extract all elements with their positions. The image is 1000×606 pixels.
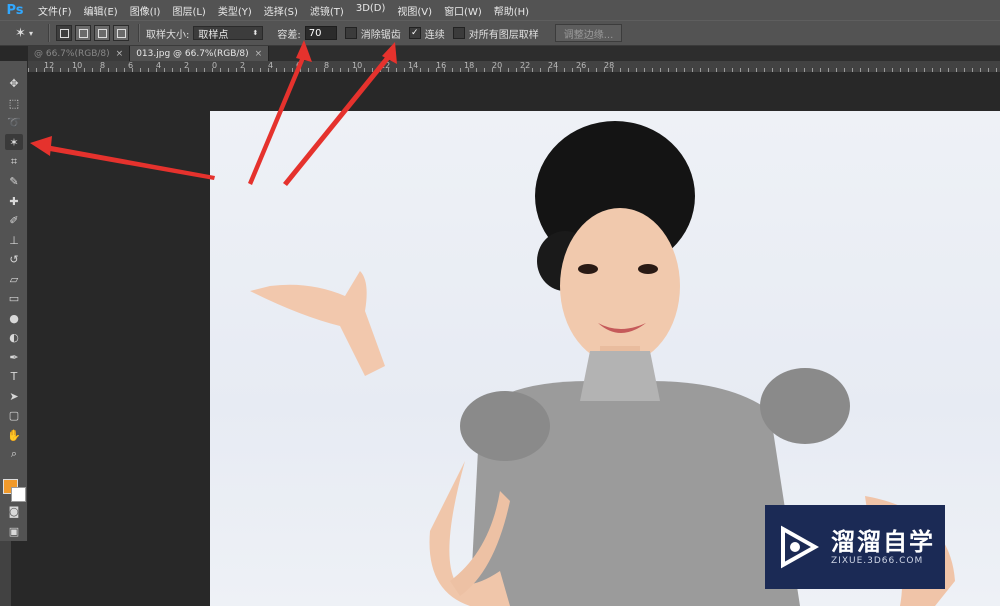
marquee-tool-icon[interactable]: ⬚	[5, 95, 23, 111]
menu-help[interactable]: 帮助(H)	[488, 3, 535, 18]
menu-select[interactable]: 选择(S)	[258, 3, 304, 18]
hand-tool-icon[interactable]: ✋	[5, 427, 23, 443]
menu-edit[interactable]: 编辑(E)	[78, 3, 124, 18]
sample-size-value: 取样点	[198, 29, 229, 41]
all-layers-label: 对所有图层取样	[468, 29, 539, 41]
watermark-title: 溜溜自学	[831, 528, 935, 556]
ruler-label: 8	[100, 61, 106, 70]
ruler-label: 28	[604, 61, 615, 70]
ruler-label: 4	[156, 61, 162, 70]
chevron-updown-icon: ⬍	[252, 29, 259, 37]
ruler-label: 12	[44, 61, 55, 70]
ruler-label: 2	[240, 61, 246, 70]
antialias-label: 消除锯齿	[360, 29, 401, 41]
menu-view[interactable]: 视图(V)	[391, 3, 438, 18]
crop-tool-icon[interactable]: ⌗	[5, 154, 23, 170]
play-logo-icon	[781, 525, 819, 569]
background-color-swatch[interactable]	[11, 487, 26, 502]
tab-label: 013.jpg @ 66.7%(RGB/8)	[136, 48, 249, 59]
history-brush-tool-icon[interactable]: ↺	[5, 251, 23, 267]
eraser-tool-icon[interactable]: ▱	[5, 271, 23, 287]
menu-window[interactable]: 窗口(W)	[438, 3, 488, 18]
healing-brush-tool-icon[interactable]: ✚	[5, 193, 23, 209]
screen-mode-icon[interactable]: ▣	[5, 523, 23, 539]
menu-filter[interactable]: 滤镜(T)	[304, 3, 350, 18]
path-selection-tool-icon[interactable]: ➤	[5, 388, 23, 404]
tools-panel: ✥ ⬚ ➰ ✶ ⌗ ✎ ✚ ✐ ⊥ ↺ ▱ ▭ ● ◐ ✒ T ➤ ▢ ✋ ⌕ …	[0, 61, 28, 541]
contiguous-label: 连续	[424, 29, 445, 41]
menu-type[interactable]: 类型(Y)	[212, 3, 258, 18]
lasso-tool-icon[interactable]: ➰	[5, 114, 23, 130]
close-icon[interactable]: ×	[116, 49, 124, 59]
type-tool-icon[interactable]: T	[5, 368, 23, 384]
menu-image[interactable]: 图像(I)	[124, 3, 167, 18]
blur-tool-icon[interactable]: ●	[5, 310, 23, 326]
chevron-down-icon: ▾	[28, 28, 33, 38]
ruler-label: 26	[576, 61, 587, 70]
ruler-label: 12	[380, 61, 391, 70]
watermark-badge: 溜溜自学 ZIXUE.3D66.COM	[765, 505, 945, 589]
ruler-label: 10	[352, 61, 363, 70]
ruler-label: 6	[128, 61, 134, 70]
new-selection-button[interactable]	[56, 25, 72, 41]
dodge-tool-icon[interactable]: ◐	[5, 329, 23, 345]
pen-tool-icon[interactable]: ✒	[5, 349, 23, 365]
document-tabs: @ 66.7%(RGB/8) × 013.jpg @ 66.7%(RGB/8) …	[28, 46, 1000, 61]
ruler-label: 24	[548, 61, 559, 70]
tab-label: @ 66.7%(RGB/8)	[34, 48, 110, 59]
ruler-label: 0	[212, 61, 218, 70]
magic-wand-tool-icon[interactable]: ✶	[5, 134, 23, 150]
menu-file[interactable]: 文件(F)	[32, 3, 78, 18]
zoom-tool-icon[interactable]: ⌕	[5, 446, 23, 462]
menu-items: 文件(F) 编辑(E) 图像(I) 图层(L) 类型(Y) 选择(S) 滤镜(T…	[32, 3, 535, 18]
ruler-label: 16	[436, 61, 447, 70]
ruler-label: 18	[464, 61, 475, 70]
antialias-checkbox[interactable]	[344, 27, 357, 39]
magic-wand-icon: ✶	[15, 25, 26, 41]
ruler-label: 22	[520, 61, 531, 70]
ruler-label: 20	[492, 61, 503, 70]
clone-stamp-tool-icon[interactable]: ⊥	[5, 232, 23, 248]
ruler-label: 2	[184, 61, 190, 70]
options-bar: ✶ ▾ 取样大小: 取样点 ⬍ 容差: 70 消除锯齿 ✓ 连续 对所有图层取样 …	[0, 20, 1000, 46]
checkmark-icon: ✓	[410, 28, 419, 38]
tolerance-input[interactable]: 70	[304, 26, 337, 40]
close-icon[interactable]: ×	[255, 49, 263, 59]
all-layers-checkbox[interactable]	[452, 27, 465, 39]
photoshop-logo[interactable]: Ps	[2, 0, 28, 20]
divider	[138, 24, 140, 42]
eyedropper-tool-icon[interactable]: ✎	[5, 173, 23, 189]
intersect-selection-button[interactable]	[113, 25, 129, 41]
contiguous-checkbox[interactable]: ✓	[408, 27, 421, 39]
brush-tool-icon[interactable]: ✐	[5, 212, 23, 228]
tool-preset-picker[interactable]: ✶ ▾	[6, 23, 42, 43]
divider	[48, 24, 50, 42]
tab-document-013[interactable]: 013.jpg @ 66.7%(RGB/8) ×	[130, 46, 270, 61]
quick-mask-icon[interactable]: ◙	[5, 503, 23, 519]
ruler-label: 10	[72, 61, 83, 70]
add-to-selection-button[interactable]	[75, 25, 91, 41]
ruler-label: 4	[268, 61, 274, 70]
menu-bar: Ps 文件(F) 编辑(E) 图像(I) 图层(L) 类型(Y) 选择(S) 滤…	[0, 0, 1000, 20]
subtract-from-selection-button[interactable]	[94, 25, 110, 41]
sample-size-label: 取样大小:	[146, 29, 190, 41]
tab-document-1[interactable]: @ 66.7%(RGB/8) ×	[28, 46, 131, 61]
ruler-label: 14	[408, 61, 419, 70]
menu-3d[interactable]: 3D(D)	[350, 3, 392, 18]
move-tool-icon[interactable]: ✥	[5, 75, 23, 91]
gradient-tool-icon[interactable]: ▭	[5, 290, 23, 306]
watermark-url: ZIXUE.3D66.COM	[831, 556, 924, 566]
tolerance-label: 容差:	[277, 29, 301, 41]
shape-tool-icon[interactable]: ▢	[5, 407, 23, 423]
refine-edge-button[interactable]: 调整边缘...	[554, 24, 623, 42]
menu-layer[interactable]: 图层(L)	[166, 3, 211, 18]
ruler-label: 8	[324, 61, 330, 70]
ruler-label: 6	[296, 61, 302, 70]
sample-size-select[interactable]: 取样点 ⬍	[193, 26, 264, 41]
